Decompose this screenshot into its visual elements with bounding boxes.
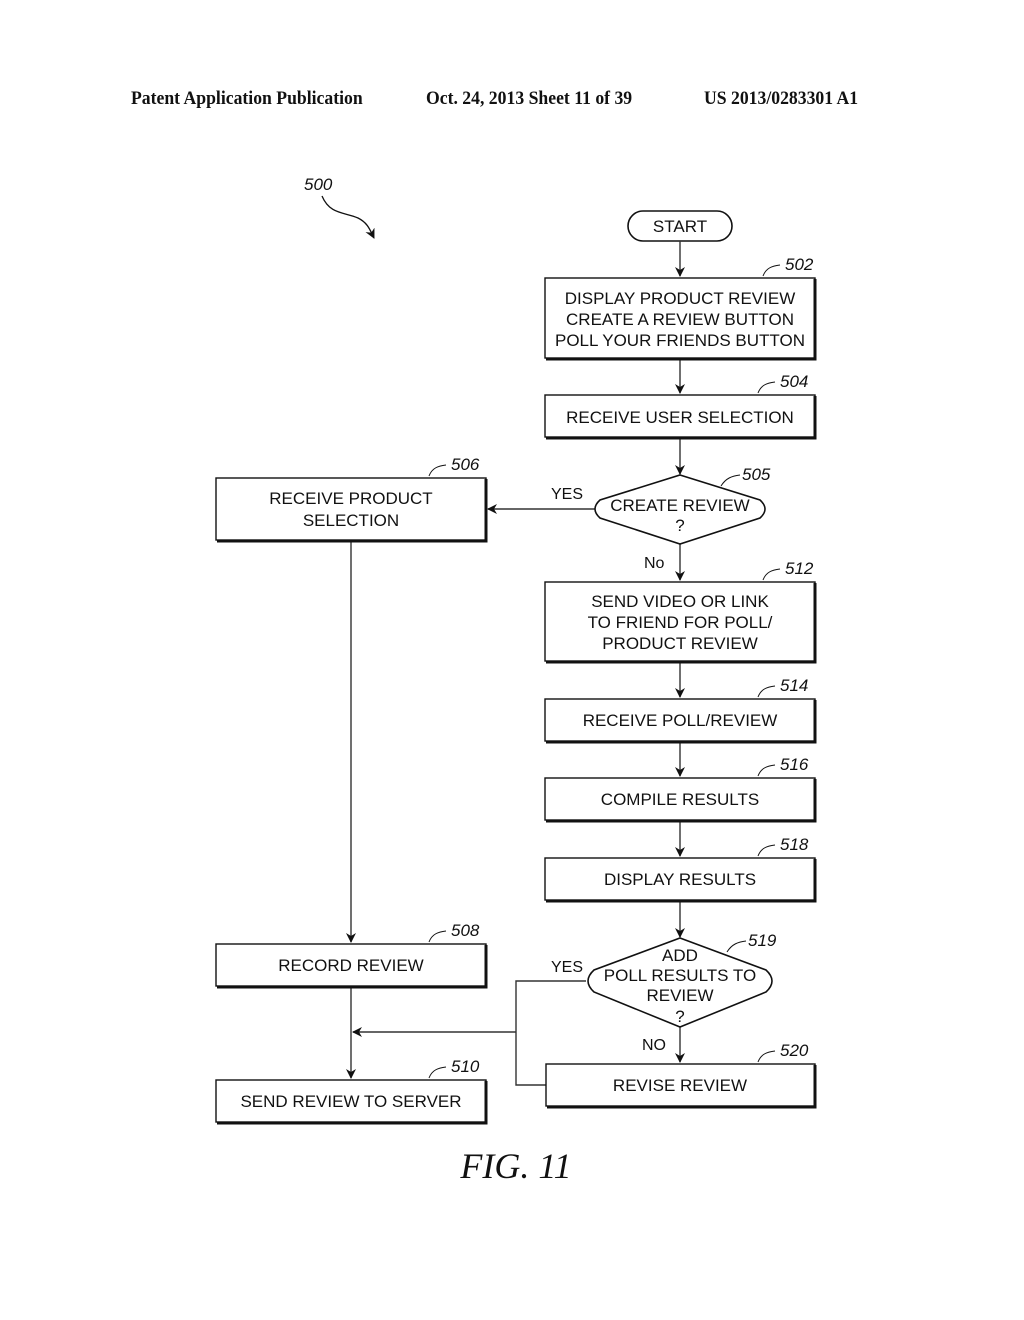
figure-label: FIG. 11 [459,1146,571,1186]
ref-518: 518 [780,835,809,854]
node-502-line-1: DISPLAY PRODUCT REVIEW [565,289,796,308]
label-yes-519: YES [551,959,583,976]
node-520-label: REVISE REVIEW [613,1076,747,1095]
node-519-decision: ADD POLL RESULTS TO REVIEW ? 519 [587,931,777,1028]
ref-508: 508 [451,921,480,940]
svg-text:START: START [653,217,707,236]
label-no-505: No [644,555,665,572]
node-505-decision: CREATE REVIEW ? 505 [594,465,771,545]
node-506-line-2: SELECTION [303,511,399,530]
node-506: RECEIVE PRODUCT SELECTION 506 [215,455,488,543]
start-terminal: START [627,210,733,242]
ref-510: 510 [451,1057,480,1076]
node-504-label: RECEIVE USER SELECTION [566,408,794,427]
node-514-label: RECEIVE POLL/REVIEW [583,711,778,730]
ref-516: 516 [780,755,809,774]
ref-500-arrow [321,195,375,239]
node-512-line-1: SEND VIDEO OR LINK [591,592,769,611]
node-519-line-1: ADD [662,946,698,965]
node-519-line-2: POLL RESULTS TO [604,966,756,985]
label-no-519: NO [642,1037,666,1054]
ref-502: 502 [785,255,814,274]
ref-514: 514 [780,676,808,695]
node-510-label: SEND REVIEW TO SERVER [240,1092,461,1111]
ref-505: 505 [742,465,771,484]
node-505-line-2: ? [675,516,684,535]
node-519-line-4: ? [675,1007,684,1026]
label-yes-505: YES [551,486,583,503]
ref-500: 500 [304,175,333,194]
node-502-line-3: POLL YOUR FRIENDS BUTTON [555,331,805,350]
ref-512: 512 [785,559,814,578]
node-506-line-1: RECEIVE PRODUCT [269,489,432,508]
node-505-line-1: CREATE REVIEW [610,496,749,515]
ref-504: 504 [780,372,808,391]
node-516-label: COMPILE RESULTS [601,790,759,809]
node-508-label: RECORD REVIEW [278,956,423,975]
ref-520: 520 [780,1041,809,1060]
flowchart: 500 START DISPLAY PRODUCT REVIEW CREATE … [215,175,817,1186]
node-519-line-3: REVIEW [646,986,713,1005]
node-512-line-2: TO FRIEND FOR POLL/ [588,613,773,632]
node-512-line-3: PRODUCT REVIEW [602,634,758,653]
node-518-label: DISPLAY RESULTS [604,870,756,889]
ref-519: 519 [748,931,777,950]
ref-506: 506 [451,455,480,474]
node-502-line-2: CREATE A REVIEW BUTTON [566,310,794,329]
